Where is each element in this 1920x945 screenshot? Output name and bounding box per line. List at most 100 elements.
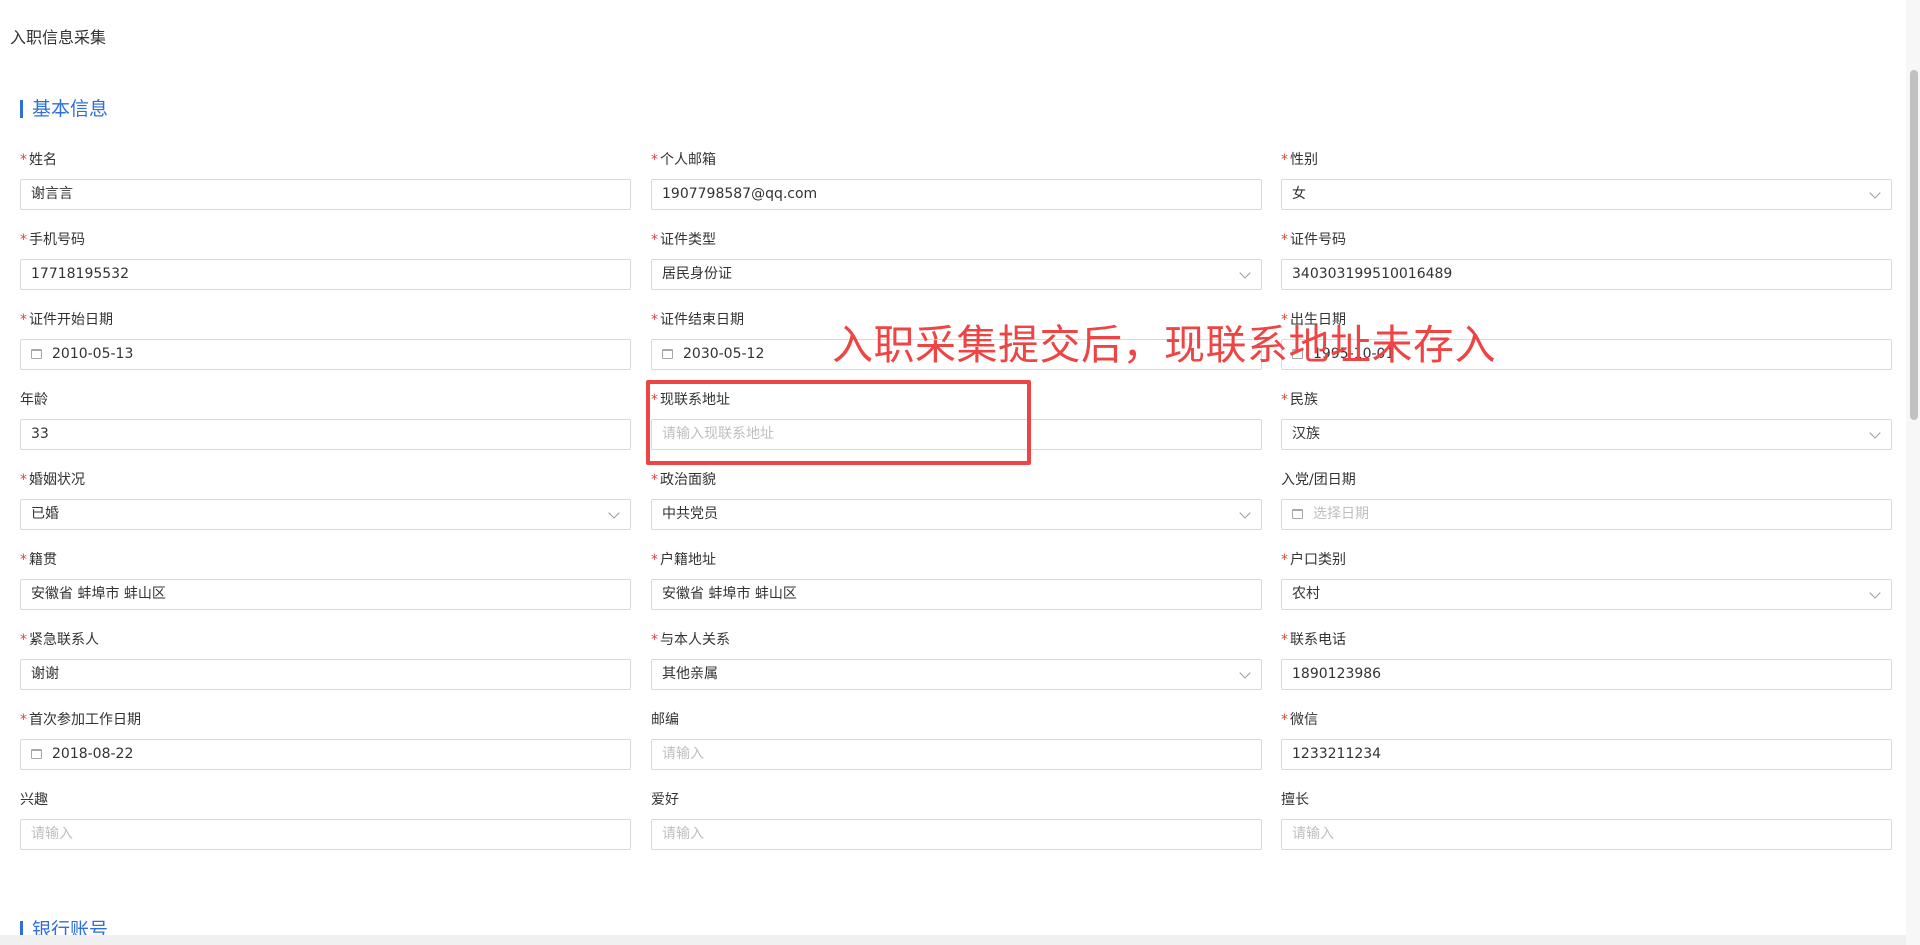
field-6-date-picker[interactable]: 2010-05-13: [20, 339, 631, 370]
field-16-input[interactable]: 安徽省 蚌埠市 蚌山区: [651, 579, 1262, 610]
chevron-down-icon: [1239, 507, 1251, 519]
field-6-label: * 证件开始日期: [20, 310, 113, 330]
required-marker: *: [1281, 552, 1288, 568]
field-4-label: * 证件类型: [651, 230, 716, 250]
field-0-input[interactable]: 谢言言: [20, 179, 631, 210]
field-value: 谢言言: [31, 186, 73, 202]
field-label-text: 姓名: [29, 152, 57, 168]
field-4-select[interactable]: 居民身份证: [651, 259, 1262, 290]
horizontal-scrollbar[interactable]: [0, 935, 1906, 945]
field-value: 安徽省 蚌埠市 蚌山区: [31, 586, 166, 602]
field-label-text: 户籍地址: [660, 552, 716, 568]
field-3-input[interactable]: 17718195532: [20, 259, 631, 290]
chevron-down-icon: [1239, 267, 1251, 279]
chevron-down-icon: [608, 507, 620, 519]
field-15-input[interactable]: 安徽省 蚌埠市 蚌山区: [20, 579, 631, 610]
field-12-label: * 婚姻状况: [20, 470, 85, 490]
scrollbar-thumb[interactable]: [1910, 70, 1918, 420]
required-marker: *: [20, 712, 27, 728]
field-17-select[interactable]: 农村: [1281, 579, 1892, 610]
field-18-label: * 紧急联系人: [20, 630, 99, 650]
field-label-text: 个人邮箱: [660, 152, 716, 168]
field-2-select[interactable]: 女: [1281, 179, 1892, 210]
field-5-input[interactable]: 340303199510016489: [1281, 259, 1892, 290]
field-9-input[interactable]: 33: [20, 419, 631, 450]
field-label-text: 证件开始日期: [29, 312, 113, 328]
calendar-icon: [662, 349, 673, 359]
field-value: 2018-08-22: [52, 746, 134, 762]
field-label-text: 微信: [1290, 712, 1318, 728]
field-label-text: 兴趣: [20, 792, 48, 808]
field-label-text: 擅长: [1281, 792, 1309, 808]
field-21-date-picker[interactable]: 2018-08-22: [20, 739, 631, 770]
field-label-text: 证件类型: [660, 232, 716, 248]
field-placeholder: 请输入: [662, 826, 704, 842]
field-label-text: 爱好: [651, 792, 679, 808]
calendar-icon: [31, 749, 42, 759]
field-7-label: * 证件结束日期: [651, 310, 744, 330]
field-14-label: 入党/团日期: [1281, 470, 1356, 490]
required-marker: *: [20, 552, 27, 568]
field-value: 中共党员: [662, 506, 718, 522]
field-value: 已婚: [31, 506, 59, 522]
required-marker: *: [651, 312, 658, 328]
field-label-text: 籍贯: [29, 552, 57, 568]
field-1-input[interactable]: 1907798587@qq.com: [651, 179, 1262, 210]
section-title-basic-info: 基本信息: [20, 98, 108, 120]
field-22-input[interactable]: 请输入: [651, 739, 1262, 770]
field-2-label: * 性别: [1281, 150, 1318, 170]
field-20-label: * 联系电话: [1281, 630, 1346, 650]
field-value: 1890123986: [1292, 666, 1382, 682]
required-marker: *: [651, 632, 658, 648]
field-label-text: 证件结束日期: [660, 312, 744, 328]
field-label-text: 性别: [1290, 152, 1318, 168]
required-marker: *: [20, 312, 27, 328]
required-marker: *: [20, 152, 27, 168]
chevron-down-icon: [1869, 427, 1881, 439]
field-value: 女: [1292, 186, 1306, 202]
field-label-text: 证件号码: [1290, 232, 1346, 248]
required-marker: *: [651, 472, 658, 488]
field-20-input[interactable]: 1890123986: [1281, 659, 1892, 690]
field-value: 340303199510016489: [1292, 266, 1453, 282]
calendar-icon: [31, 349, 42, 359]
field-17-label: * 户口类别: [1281, 550, 1346, 570]
field-24-input[interactable]: 请输入: [20, 819, 631, 850]
field-label-text: 民族: [1290, 392, 1318, 408]
field-value: 居民身份证: [662, 266, 732, 282]
field-12-select[interactable]: 已婚: [20, 499, 631, 530]
field-16-label: * 户籍地址: [651, 550, 716, 570]
vertical-scrollbar[interactable]: [1906, 0, 1920, 945]
field-11-label: * 民族: [1281, 390, 1318, 410]
field-label-text: 紧急联系人: [29, 632, 99, 648]
chevron-down-icon: [1869, 587, 1881, 599]
field-label-text: 邮编: [651, 712, 679, 728]
calendar-icon: [1292, 509, 1303, 519]
field-25-input[interactable]: 请输入: [651, 819, 1262, 850]
field-value: 汉族: [1292, 426, 1320, 442]
required-marker: *: [20, 632, 27, 648]
field-11-select[interactable]: 汉族: [1281, 419, 1892, 450]
required-marker: *: [20, 472, 27, 488]
field-24-label: 兴趣: [20, 790, 48, 810]
field-placeholder: 请输入: [1292, 826, 1334, 842]
annotation-text: 入职采集提交后，现联系地址未存入: [832, 321, 1496, 369]
field-placeholder: 选择日期: [1313, 506, 1369, 522]
field-value: 安徽省 蚌埠市 蚌山区: [662, 586, 797, 602]
field-23-input[interactable]: 1233211234: [1281, 739, 1892, 770]
field-21-label: * 首次参加工作日期: [20, 710, 141, 730]
field-value: 2010-05-13: [52, 346, 134, 362]
field-26-input[interactable]: 请输入: [1281, 819, 1892, 850]
field-19-select[interactable]: 其他亲属: [651, 659, 1262, 690]
field-13-select[interactable]: 中共党员: [651, 499, 1262, 530]
field-label-text: 与本人关系: [660, 632, 730, 648]
field-15-label: * 籍贯: [20, 550, 57, 570]
field-26-label: 擅长: [1281, 790, 1309, 810]
required-marker: *: [20, 232, 27, 248]
field-14-date-picker[interactable]: 选择日期: [1281, 499, 1892, 530]
field-9-label: 年龄: [20, 390, 48, 410]
field-19-label: * 与本人关系: [651, 630, 730, 650]
field-placeholder: 请输入: [662, 746, 704, 762]
field-18-input[interactable]: 谢谢: [20, 659, 631, 690]
field-25-label: 爱好: [651, 790, 679, 810]
